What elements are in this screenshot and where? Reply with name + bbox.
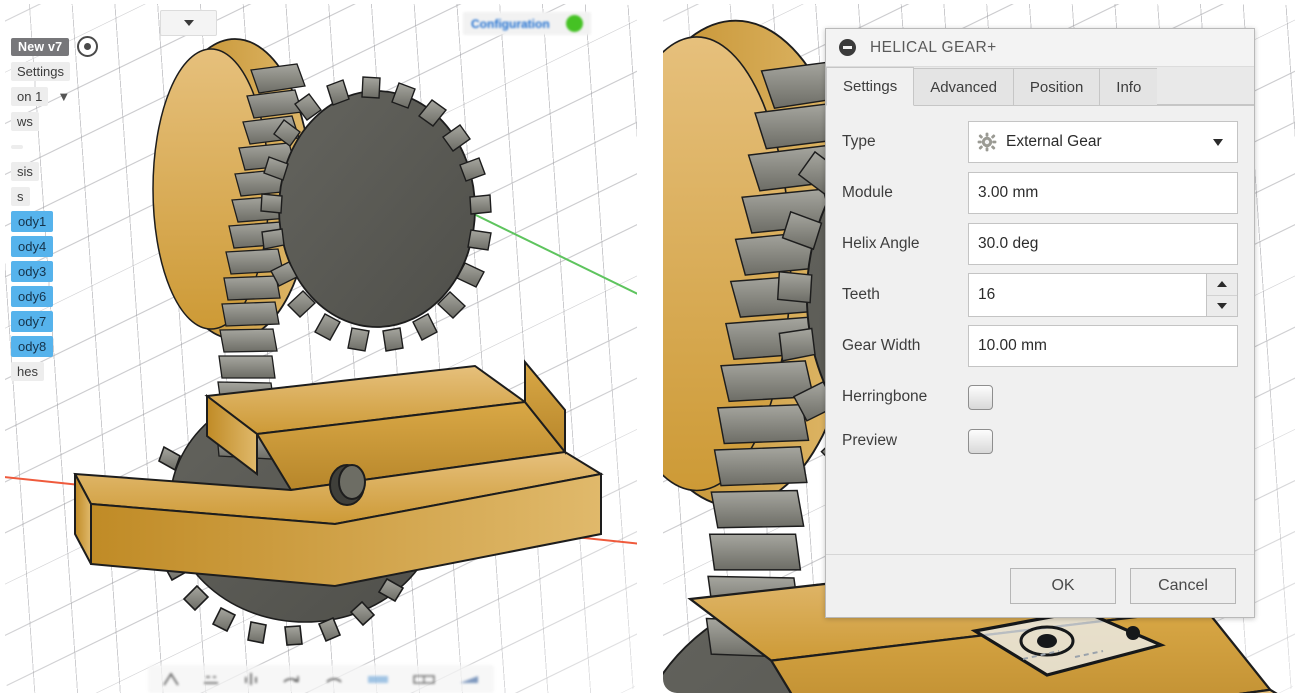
browser-tree[interactable]: New v7 Settings on 1 ▼ ws sis s ody1 ody… [5, 34, 101, 384]
teeth-stepper[interactable]: 16 [968, 273, 1238, 317]
field-row-helix-angle: Helix Angle 30.0 deg [842, 222, 1238, 266]
collapse-icon[interactable] [839, 39, 856, 56]
tree-row-configuration[interactable]: on 1 ▼ [5, 84, 101, 109]
tab-position[interactable]: Position [1012, 68, 1101, 105]
tree-row-body-5[interactable]: ody7 [5, 309, 101, 334]
tree-row-body-1[interactable]: ody1 [5, 209, 101, 234]
chevron-down-icon [1213, 138, 1223, 146]
tree-row-body-3[interactable]: ody3 [5, 259, 101, 284]
field-row-type: Type External Gear [842, 120, 1238, 164]
teeth-label: Teeth [842, 286, 880, 303]
herringbone-label: Herringbone [842, 388, 928, 405]
body-label: ody8 [11, 336, 54, 357]
module-label: Module [842, 184, 893, 201]
tree-row-version[interactable]: New v7 [5, 34, 101, 59]
cancel-button[interactable]: Cancel [1130, 568, 1236, 604]
chevron-down-icon [183, 20, 194, 26]
helix-angle-label: Helix Angle [842, 235, 920, 252]
tab-advanced[interactable]: Advanced [913, 68, 1014, 105]
preview-label: Preview [842, 432, 898, 449]
tree-item-label: hes [11, 362, 44, 381]
tree-row-sketches[interactable]: hes [5, 359, 101, 384]
grid-display-icon[interactable] [366, 671, 390, 687]
tree-row-body-6[interactable]: ody8 [5, 334, 101, 359]
tree-item-label: sis [11, 162, 39, 181]
type-value: External Gear [1006, 133, 1102, 150]
dialog-body: Type External Gear Module 3.00 mm Helix … [826, 106, 1254, 554]
gear-width-value: 10.00 mm [978, 337, 1047, 354]
tab-info[interactable]: Info [1099, 68, 1159, 105]
body-label: ody1 [11, 211, 54, 232]
dialog-titlebar[interactable]: HELICAL GEAR+ [826, 29, 1254, 67]
tree-row-views[interactable]: ws [5, 109, 101, 134]
version-badge: New v7 [11, 37, 70, 56]
field-row-preview: Preview [842, 419, 1238, 463]
gear-icon [977, 132, 997, 152]
module-value: 3.00 mm [978, 184, 1039, 201]
field-row-herringbone: Herringbone [842, 375, 1238, 419]
teeth-value: 16 [978, 286, 996, 303]
navigation-toolbar[interactable] [148, 665, 494, 693]
ok-button[interactable]: OK [1010, 568, 1116, 604]
check-circle-icon [565, 15, 583, 32]
tab-label: Advanced [930, 78, 997, 96]
body-label: ody6 [11, 286, 54, 307]
body-label: ody3 [11, 261, 54, 282]
tree-row-bodies-group[interactable]: s [5, 184, 101, 209]
chevron-down-icon[interactable]: ▼ [57, 89, 70, 104]
gear-width-label: Gear Width [842, 337, 921, 354]
tree-item-label: Settings [11, 62, 70, 81]
herringbone-checkbox[interactable] [968, 384, 993, 410]
triangle-down-icon [1217, 302, 1227, 309]
dialog-title: HELICAL GEAR+ [870, 38, 997, 56]
dialog-tabstrip[interactable]: Settings Advanced Position Info [826, 67, 1254, 106]
field-row-teeth: Teeth 16 [842, 273, 1238, 317]
tab-settings[interactable]: Settings [826, 67, 915, 106]
layout-icon[interactable] [458, 671, 480, 687]
tabstrip-filler [1157, 67, 1254, 105]
body-label: ody4 [11, 236, 54, 257]
helix-angle-value: 30.0 deg [978, 235, 1039, 252]
display-settings-icon[interactable] [242, 671, 260, 687]
tree-item-label: ws [11, 112, 39, 131]
visibility-icon[interactable] [77, 36, 99, 57]
type-label: Type [842, 133, 876, 150]
teeth-spin-buttons[interactable] [1206, 274, 1237, 316]
field-row-gear-width: Gear Width 10.00 mm [842, 324, 1238, 368]
preview-checkbox[interactable] [968, 428, 993, 454]
triangle-up-icon [1217, 281, 1227, 288]
teeth-decrement-button[interactable] [1207, 296, 1237, 317]
tab-label: Info [1116, 78, 1142, 96]
tree-row-analysis[interactable]: sis [5, 159, 101, 184]
home-icon[interactable] [162, 671, 180, 687]
field-row-module: Module 3.00 mm [842, 171, 1238, 215]
tree-row-body-2[interactable]: ody4 [5, 234, 101, 259]
tree-item-label: s [11, 187, 30, 206]
tan-bracket [73, 359, 604, 588]
tree-item-label [11, 144, 23, 149]
view-pulldown[interactable] [160, 10, 217, 36]
module-input[interactable]: 3.00 mm [968, 172, 1238, 214]
body-label: ody7 [11, 311, 54, 332]
left-3d-viewport[interactable]: New v7 Settings on 1 ▼ ws sis s ody1 ody… [5, 4, 637, 693]
fit-icon[interactable] [202, 671, 220, 687]
type-dropdown[interactable]: External Gear [968, 121, 1238, 163]
configuration-chip[interactable]: Configuration [463, 12, 591, 35]
dialog-footer: OK Cancel [826, 554, 1254, 617]
tab-label: Position [1029, 78, 1084, 96]
tree-item-label: on 1 [11, 87, 49, 106]
tree-row-settings[interactable]: Settings [5, 59, 101, 84]
teeth-increment-button[interactable] [1207, 274, 1237, 296]
look-at-icon[interactable] [324, 671, 344, 687]
helical-gear-dialog[interactable]: HELICAL GEAR+ Settings Advanced Position… [825, 28, 1255, 618]
configuration-label: Configuration [471, 16, 550, 31]
tree-row-body-4[interactable]: ody6 [5, 284, 101, 309]
helix-angle-input[interactable]: 30.0 deg [968, 223, 1238, 265]
tree-row-blank[interactable] [5, 134, 101, 159]
gear-width-input[interactable]: 10.00 mm [968, 325, 1238, 367]
tab-label: Settings [843, 78, 898, 95]
orbit-icon[interactable] [282, 671, 302, 687]
viewports-icon[interactable] [412, 671, 436, 687]
